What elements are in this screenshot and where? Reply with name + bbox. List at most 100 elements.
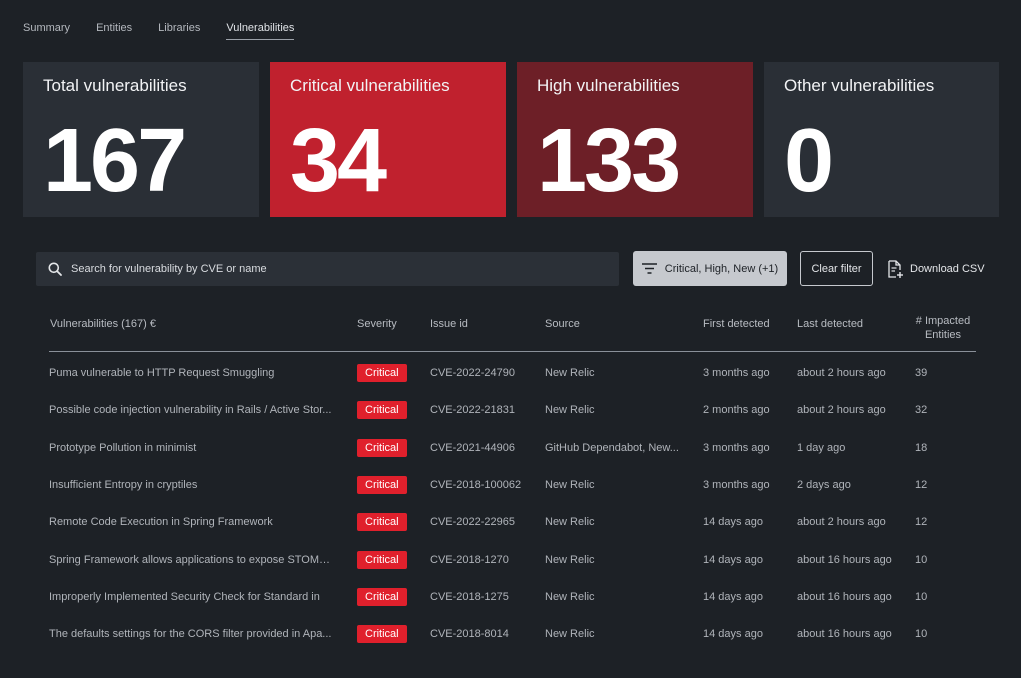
- source: New Relic: [545, 554, 595, 566]
- summary-cards: Total vulnerabilities 167 Critical vulne…: [23, 62, 999, 217]
- severity-badge: Critical: [357, 364, 407, 382]
- document-add-icon: [888, 259, 903, 278]
- total-vulnerabilities-card: Total vulnerabilities 167: [23, 62, 259, 217]
- first-detected: 14 days ago: [703, 628, 763, 640]
- first-detected: 14 days ago: [703, 516, 763, 528]
- table-row[interactable]: Possible code injection vulnerability in…: [49, 401, 976, 438]
- impacted-entities-count: 32: [915, 404, 928, 416]
- table-row[interactable]: Improperly Implemented Security Check fo…: [49, 588, 976, 625]
- tab-summary[interactable]: Summary: [23, 22, 70, 40]
- card-value: 34: [290, 111, 387, 211]
- source: New Relic: [545, 591, 595, 603]
- vulnerability-name[interactable]: Spring Framework allows applications to …: [49, 551, 334, 569]
- header-issue-id[interactable]: Issue id: [430, 318, 468, 330]
- first-detected: 3 months ago: [703, 367, 770, 379]
- card-title: High vulnerabilities: [537, 76, 680, 95]
- issue-id: CVE-2022-21831: [430, 404, 516, 416]
- severity-badge: Critical: [357, 551, 407, 569]
- table-row[interactable]: The defaults settings for the CORS filte…: [49, 625, 976, 662]
- source: New Relic: [545, 479, 595, 491]
- source: New Relic: [545, 628, 595, 640]
- impacted-entities-count: 10: [915, 591, 928, 603]
- tab-entities[interactable]: Entities: [96, 22, 132, 40]
- download-csv-button[interactable]: Download CSV: [887, 258, 985, 280]
- table-row[interactable]: Remote Code Execution in Spring Framewor…: [49, 513, 976, 550]
- header-impacted-line2: Entities: [924, 329, 962, 341]
- issue-id: CVE-2018-1275: [430, 591, 509, 603]
- last-detected: about 16 hours ago: [797, 628, 892, 640]
- table-row[interactable]: Puma vulnerable to HTTP Request Smugglin…: [49, 364, 976, 401]
- vulnerability-name[interactable]: Remote Code Execution in Spring Framewor…: [49, 513, 334, 531]
- vulnerability-name[interactable]: Insufficient Entropy in cryptiles: [49, 476, 334, 494]
- vulnerability-name[interactable]: Possible code injection vulnerability in…: [49, 401, 334, 419]
- severity-badge: Critical: [357, 513, 407, 531]
- vulnerability-name[interactable]: The defaults settings for the CORS filte…: [49, 625, 334, 643]
- header-source[interactable]: Source: [545, 318, 580, 330]
- severity-badge: Critical: [357, 476, 407, 494]
- header-impacted-line1: # Impacted: [915, 315, 971, 327]
- impacted-entities-count: 18: [915, 442, 928, 454]
- filter-icon: [641, 263, 657, 274]
- source: New Relic: [545, 367, 595, 379]
- issue-id: CVE-2018-1270: [430, 554, 509, 566]
- first-detected: 2 months ago: [703, 404, 770, 416]
- clear-filter-button[interactable]: Clear filter: [800, 251, 873, 286]
- header-vulnerabilities[interactable]: Vulnerabilities (167) €: [50, 318, 156, 330]
- other-vulnerabilities-card: Other vulnerabilities 0: [764, 62, 999, 217]
- header-first-detected[interactable]: First detected: [703, 318, 770, 330]
- issue-id: CVE-2022-24790: [430, 367, 516, 379]
- card-title: Total vulnerabilities: [43, 76, 187, 95]
- search-icon: [48, 262, 62, 276]
- last-detected: about 16 hours ago: [797, 591, 892, 603]
- first-detected: 14 days ago: [703, 591, 763, 603]
- card-value: 133: [537, 111, 681, 211]
- last-detected: about 2 hours ago: [797, 404, 886, 416]
- source: New Relic: [545, 516, 595, 528]
- issue-id: CVE-2018-100062: [430, 479, 522, 491]
- table-row[interactable]: Insufficient Entropy in cryptiles Critica…: [49, 476, 976, 513]
- issue-id: CVE-2022-22965: [430, 516, 516, 528]
- card-value: 0: [784, 111, 834, 211]
- filter-button[interactable]: Critical, High, New (+1): [633, 251, 787, 286]
- search-input[interactable]: [71, 263, 591, 275]
- tab-bar: Summary Entities Libraries Vulnerabiliti…: [23, 22, 320, 40]
- filter-label: Critical, High, New (+1): [664, 262, 779, 275]
- card-title: Other vulnerabilities: [784, 76, 935, 95]
- header-impacted-entities[interactable]: # Impacted Entities: [907, 314, 979, 342]
- table-header: Vulnerabilities (167) € Severity Issue i…: [49, 312, 976, 352]
- last-detected: 2 days ago: [797, 479, 851, 491]
- vulnerability-name[interactable]: Prototype Pollution in minimist: [49, 439, 334, 457]
- search-bar[interactable]: [36, 252, 619, 286]
- source: GitHub Dependabot, New...: [545, 442, 679, 454]
- last-detected: about 16 hours ago: [797, 554, 892, 566]
- impacted-entities-count: 10: [915, 554, 928, 566]
- severity-badge: Critical: [357, 401, 407, 419]
- tab-libraries[interactable]: Libraries: [158, 22, 200, 40]
- issue-id: CVE-2021-44906: [430, 442, 516, 454]
- vulnerability-name[interactable]: Improperly Implemented Security Check fo…: [49, 588, 334, 606]
- first-detected: 3 months ago: [703, 442, 770, 454]
- impacted-entities-count: 12: [915, 479, 928, 491]
- table-row[interactable]: Spring Framework allows applications to …: [49, 551, 976, 588]
- vulnerability-name[interactable]: Puma vulnerable to HTTP Request Smugglin…: [49, 364, 334, 382]
- severity-badge: Critical: [357, 588, 407, 606]
- tab-vulnerabilities[interactable]: Vulnerabilities: [226, 22, 295, 40]
- last-detected: 1 day ago: [797, 442, 846, 454]
- header-severity[interactable]: Severity: [357, 318, 397, 330]
- first-detected: 3 months ago: [703, 479, 770, 491]
- card-title: Critical vulnerabilities: [290, 76, 450, 95]
- last-detected: about 2 hours ago: [797, 516, 886, 528]
- impacted-entities-count: 39: [915, 367, 928, 379]
- source: New Relic: [545, 404, 595, 416]
- header-last-detected[interactable]: Last detected: [797, 318, 863, 330]
- severity-badge: Critical: [357, 439, 407, 457]
- high-vulnerabilities-card: High vulnerabilities 133: [517, 62, 753, 217]
- card-value: 167: [43, 111, 187, 211]
- impacted-entities-count: 10: [915, 628, 928, 640]
- impacted-entities-count: 12: [915, 516, 928, 528]
- download-csv-label: Download CSV: [910, 263, 985, 275]
- last-detected: about 2 hours ago: [797, 367, 886, 379]
- severity-badge: Critical: [357, 625, 407, 643]
- first-detected: 14 days ago: [703, 554, 763, 566]
- table-row[interactable]: Prototype Pollution in minimist Critical C…: [49, 439, 976, 476]
